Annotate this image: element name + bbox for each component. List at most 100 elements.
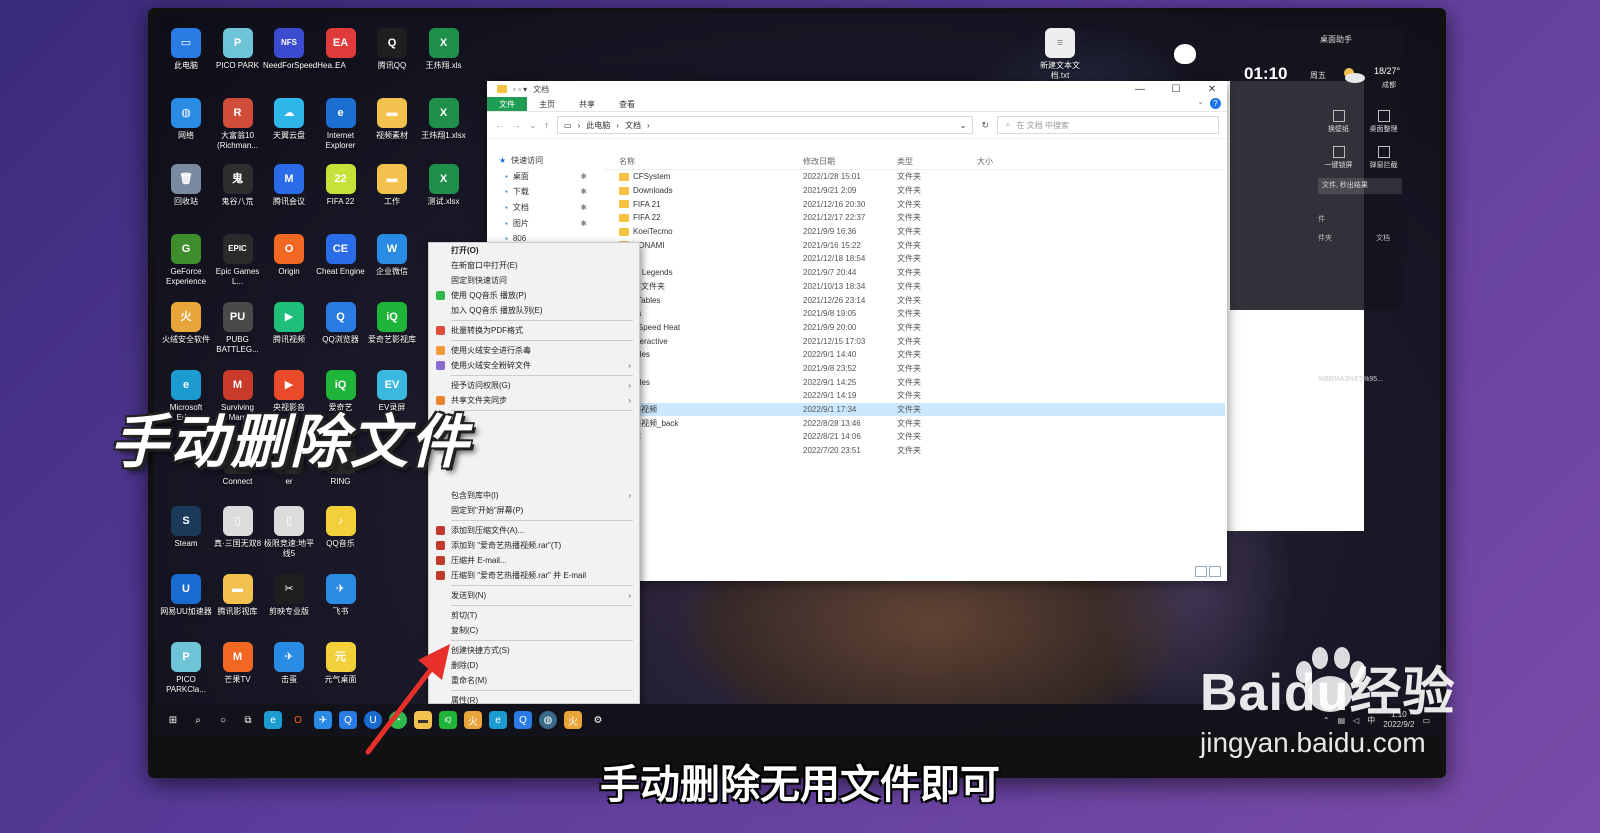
up-icon[interactable]: ↑	[545, 120, 550, 130]
edge-icon[interactable]: e	[489, 711, 507, 729]
edge-icon[interactable]: e	[264, 711, 282, 729]
file-row[interactable]: 播视频_back 2022/8/28 13:46 文件夹	[605, 416, 1225, 430]
desktop-icon[interactable]: ▶ 腾讯视频	[263, 302, 315, 345]
cortana-icon[interactable]: ○	[214, 711, 232, 729]
file-row[interactable]: t Tables 2021/12/26 23:14 文件夹	[605, 293, 1225, 307]
file-row[interactable]: 2022/7/20 23:51 文件夹	[605, 444, 1225, 458]
desktop-icon[interactable]: ✂ 剪映专业版	[263, 574, 315, 617]
details-view-icon[interactable]	[1195, 566, 1207, 577]
desktop-icon[interactable]: X 测试.xlsx	[418, 164, 470, 207]
context-menu-item[interactable]: 使用 QQ音乐 播放(P)	[429, 288, 639, 303]
context-menu-item[interactable]: 固定到快速访问	[429, 273, 639, 288]
file-row[interactable]: w2021/9/8 23:52文件夹	[605, 362, 1225, 376]
file-row[interactable]: nteractive 2021/12/15 17:03 文件夹	[605, 334, 1225, 348]
refresh-icon[interactable]: ↻	[981, 120, 989, 131]
desktop-icon[interactable]: EPIC Epic Games L...	[212, 234, 264, 287]
desktop-icon[interactable]: PU PUBG BATTLEG...	[212, 302, 264, 355]
desktop-icon[interactable]: ▯ 极限竞速:地平线5	[263, 506, 315, 559]
desktop-icon[interactable]: S Steam	[160, 506, 212, 549]
column-type[interactable]: 类型	[897, 156, 977, 167]
tab-file[interactable]: 文件	[487, 97, 527, 111]
file-row[interactable]: es2021/9/8 19:05文件夹	[605, 307, 1225, 321]
large-icons-view-icon[interactable]	[1209, 566, 1221, 577]
widget-search-bar[interactable]: 文件, 秒出结果	[1318, 178, 1402, 194]
file-row[interactable]: r Speed Heat 2021/9/9 20:00 文件夹	[605, 321, 1225, 335]
desktop-icon[interactable]: 22 FIFA 22	[315, 164, 367, 207]
desktop-icon[interactable]: 鬼鬼谷八荒	[212, 164, 264, 207]
expand-ribbon-icon[interactable]: ⌄	[1197, 97, 1204, 111]
file-row[interactable]: FIFA 22 2021/12/17 22:37 文件夹	[605, 211, 1225, 225]
desktop-icon[interactable]: ▬ 视频素材	[366, 98, 418, 141]
maximize-button[interactable]: ☐	[1161, 84, 1191, 95]
nav-item[interactable]: ▪ 桌面 ✱	[487, 169, 597, 185]
context-menu-item[interactable]: 打开(O)	[429, 243, 639, 258]
desktop-icon[interactable]: X 王炜翔1.xlsx	[418, 98, 470, 141]
desktop-icon[interactable]: M 芒果TV	[212, 642, 264, 685]
context-menu-item[interactable]: 授予访问权限(G) ›	[429, 378, 639, 393]
qq-browser-icon[interactable]: Q	[514, 711, 532, 729]
desktop-icon[interactable]: ◍ 网络	[160, 98, 212, 141]
context-menu-item[interactable]: 固定到"开始"屏幕(P)	[429, 503, 639, 518]
context-menu-item[interactable]: 压缩到 "爱奇艺热播视频.rar" 并 E-mail	[429, 568, 639, 583]
desktop-icon[interactable]: M 腾讯会议	[263, 164, 315, 207]
desktop-file-icon[interactable]: ≡ 新建文本文档.txt	[1034, 28, 1086, 81]
file-row[interactable]: of Legends 2021/9/7 20:44 文件夹	[605, 266, 1225, 280]
desktop-icon[interactable]: Q 腾讯QQ	[366, 28, 418, 71]
desktop-icon[interactable]: 元元气桌面	[315, 642, 367, 685]
file-row[interactable]: KONAMI 2021/9/16 15:22 文件夹	[605, 238, 1225, 252]
context-menu-item[interactable]: 批量转换为PDF格式	[429, 323, 639, 338]
nav-item[interactable]: ▪ 文档 ✱	[487, 200, 597, 216]
context-menu-item[interactable]: 使用火绒安全进行杀毒	[429, 343, 639, 358]
column-size[interactable]: 大小	[977, 156, 1037, 167]
file-row[interactable]: Files 2022/9/1 14:25 文件夹	[605, 375, 1225, 389]
file-row[interactable]: 2021/12/18 18:54 文件夹	[605, 252, 1225, 266]
desktop-icon[interactable]: ▬ 腾讯影视库	[212, 574, 264, 617]
desktop-icon[interactable]: ▭ 此电脑	[160, 28, 212, 71]
breadcrumb-documents[interactable]: 文档	[625, 120, 641, 131]
settings-icon[interactable]: ⚙	[589, 711, 607, 729]
desktop-icon[interactable]: ✈ 击蛋	[263, 642, 315, 685]
search-input[interactable]: ⌕ 在 文档 中搜索	[997, 116, 1219, 134]
nav-item[interactable]: ▪ 下载 ✱	[487, 184, 597, 200]
context-menu-item[interactable]: 使用火绒安全粉碎文件 ›	[429, 358, 639, 373]
lock-screen-tool[interactable]: 一键锁屏	[1316, 146, 1361, 170]
desktop-icon[interactable]: G GeForce Experience	[160, 234, 212, 287]
context-menu-item[interactable]: 复制(C)	[429, 623, 639, 638]
desktop-icon[interactable]: e Internet Explorer	[315, 98, 367, 151]
back-icon[interactable]: ←	[495, 120, 504, 130]
file-row[interactable]: 2022/9/1 14:19 文件夹	[605, 389, 1225, 403]
tab-share[interactable]: 共享	[567, 97, 607, 111]
quick-access-toolbar[interactable]: ▫ ▫ ▾	[513, 85, 527, 94]
file-row[interactable]: KoeiTecmo 2021/9/9 16:36 文件夹	[605, 225, 1225, 239]
help-icon[interactable]: ?	[1210, 98, 1221, 109]
tab-home[interactable]: 主页	[527, 97, 567, 111]
desktop-icon[interactable]: NFS NeedForSpeedHea...	[263, 28, 339, 71]
search-icon[interactable]: ⌕	[189, 711, 207, 729]
huorong-icon[interactable]: 火	[564, 711, 582, 729]
feishu-icon[interactable]: ✈	[314, 711, 332, 729]
desktop-icon[interactable]: ☁ 天翼云盘	[263, 98, 315, 141]
context-menu-item[interactable]: 压缩并 E-mail...	[429, 553, 639, 568]
desktop-icon[interactable]: R 大富翁10 (Richman...	[212, 98, 264, 151]
desktop-icon[interactable]: CE Cheat Engine	[315, 234, 367, 277]
desktop-icon[interactable]: 火火绒安全软件	[160, 302, 212, 345]
close-button[interactable]: ✕	[1197, 84, 1227, 95]
column-name[interactable]: 名称	[605, 156, 803, 167]
desktop-icon[interactable]: P PICO PARK	[212, 28, 264, 71]
desktop-organize-tool[interactable]: 桌面整理	[1361, 110, 1406, 134]
task-view-icon[interactable]: ⧉	[239, 711, 257, 729]
file-row[interactable]: FIFA 21 2021/12/16 20:30 文件夹	[605, 197, 1225, 211]
desktop-icon[interactable]: X 王炜翔.xls	[418, 28, 470, 71]
context-menu-item[interactable]: 添加到 "爱奇艺热播视频.rar"(T)	[429, 538, 639, 553]
context-menu-item[interactable]: 包含到库中(I) ›	[429, 488, 639, 503]
desktop-icon[interactable]: P PICO PARKCla...	[160, 642, 212, 695]
cat-icon[interactable]	[1174, 44, 1196, 64]
desktop-icon[interactable]: iQ 爱奇艺影视库	[366, 302, 418, 345]
desktop-icon[interactable]: EA EA	[315, 28, 367, 71]
qq-browser-icon[interactable]: Q	[339, 711, 357, 729]
file-row[interactable]: 库2022/8/21 14:06文件夹	[605, 430, 1225, 444]
context-menu-item[interactable]: 加入 QQ音乐 播放队列(E)	[429, 303, 639, 318]
forward-icon[interactable]: →	[512, 120, 521, 130]
breadcrumb-pc[interactable]: 此电脑	[586, 120, 610, 131]
wallpaper-tool[interactable]: 换壁纸	[1316, 110, 1361, 134]
